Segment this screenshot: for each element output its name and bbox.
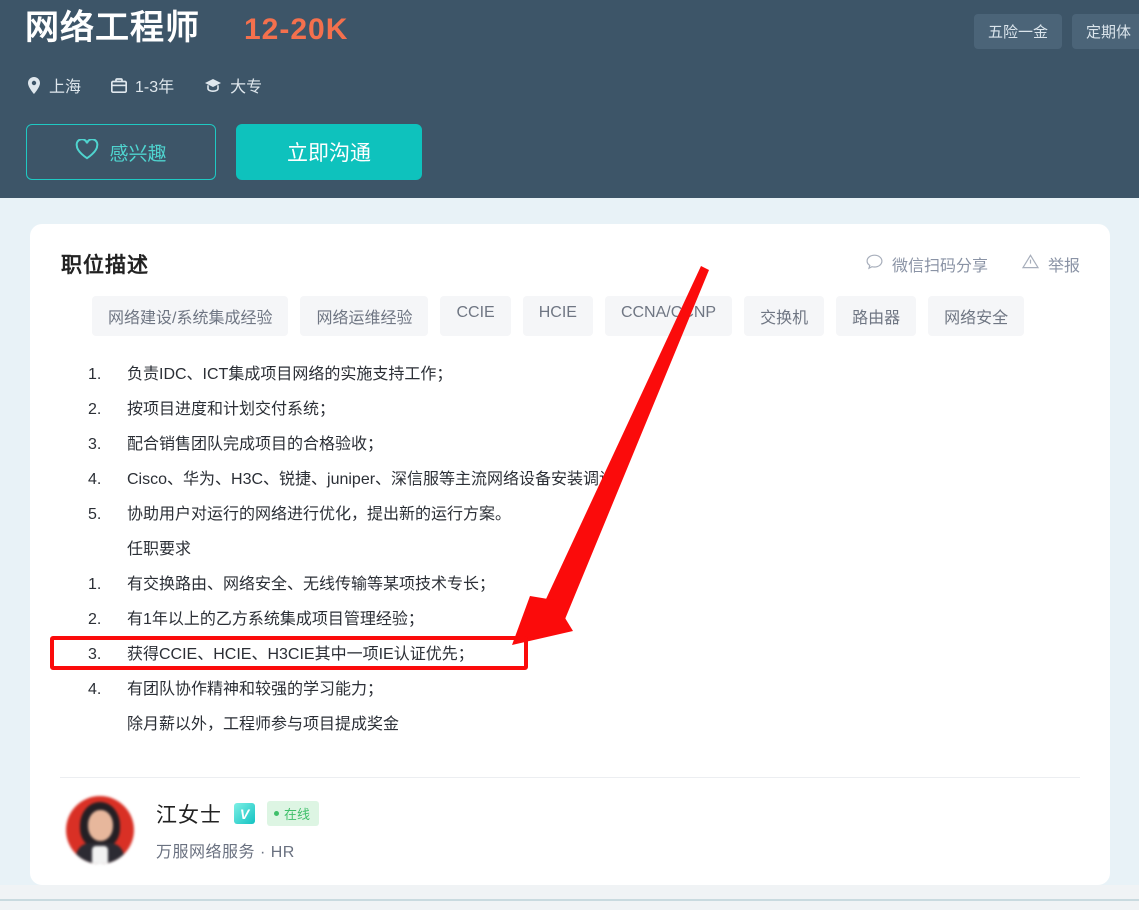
salary-text: 12-20K <box>244 13 349 46</box>
list-text: 有交换路由、网络安全、无线传输等某项技术专长； <box>127 576 496 593</box>
description-line: 2. 按项目进度和计划交付系统； <box>88 392 1086 427</box>
list-number: 2. <box>88 611 102 628</box>
skill-tag: CCNA/CCNP <box>604 296 733 336</box>
list-number: 1. <box>88 576 102 593</box>
bottom-strip <box>0 885 1139 910</box>
wechat-share-label: 微信扫码分享 <box>891 258 988 275</box>
chat-now-button-label: 立即沟通 <box>287 142 371 165</box>
list-text: 任职要求 <box>127 541 192 558</box>
skill-tag: 交换机 <box>744 296 825 336</box>
meta-education-label: 大专 <box>230 79 263 96</box>
wechat-share-action[interactable]: 微信扫码分享 <box>866 252 988 276</box>
avatar[interactable] <box>66 796 134 864</box>
title-row: 网络工程师 12-20K <box>25 2 348 56</box>
skill-tag: 网络运维经验 <box>300 296 429 336</box>
list-text: 有团队协作精神和较强的学习能力； <box>127 681 384 698</box>
interest-button-label: 感兴趣 <box>109 143 167 165</box>
benefit-badge-list: 五险一金 定期体 <box>973 14 1139 49</box>
job-description-text: 1. 负责IDC、ICT集成项目网络的实施支持工作； 2. 按项目进度和计划交付… <box>88 357 1086 742</box>
card-header-actions: 微信扫码分享 举报 <box>866 252 1080 276</box>
requirements-heading: 任职要求 <box>88 532 1086 567</box>
list-text: 有1年以上的乙方系统集成项目管理经验； <box>127 611 424 628</box>
meta-experience-label: 1-3年 <box>135 79 175 96</box>
briefcase-icon <box>111 77 128 93</box>
online-dot-icon <box>274 811 279 816</box>
list-text: 获得CCIE、HCIE、H3CIE其中一项IE认证优先； <box>127 646 474 663</box>
chat-now-button[interactable]: 立即沟通 <box>236 124 422 180</box>
job-header: 网络工程师 12-20K 五险一金 定期体 上海 1-3年 大专 感兴趣 立即沟… <box>0 0 1139 198</box>
list-number: 5. <box>88 506 102 523</box>
report-action[interactable]: 举报 <box>1021 252 1080 276</box>
bottom-rule <box>0 899 1139 901</box>
description-footer-note: 除月薪以外，工程师参与项目提成奖金 <box>88 707 1086 742</box>
verified-badge-icon: V <box>234 803 255 824</box>
skill-tag: 网络安全 <box>928 296 1025 336</box>
interest-button[interactable]: 感兴趣 <box>26 124 216 180</box>
hr-company-role: 万服网络服务 · HR <box>156 843 295 861</box>
skill-tag: 网络建设/系统集成经验 <box>92 296 289 336</box>
description-line-highlighted: 3. 获得CCIE、HCIE、H3CIE其中一项IE认证优先； <box>88 637 1086 672</box>
location-pin-icon <box>27 76 41 94</box>
job-meta-row: 上海 1-3年 大专 <box>27 73 262 97</box>
list-text: 配合销售团队完成项目的合格验收； <box>127 436 384 453</box>
graduation-cap-icon <box>204 78 222 93</box>
status-badge: 在线 <box>267 801 320 826</box>
avatar-face <box>88 810 113 841</box>
list-text: 除月薪以外，工程师参与项目提成奖金 <box>127 716 400 733</box>
description-line: 3. 配合销售团队完成项目的合格验收； <box>88 427 1086 462</box>
description-line: 4. 有团队协作精神和较强的学习能力； <box>88 672 1086 707</box>
hr-name-row: 江女士 V 在线 <box>156 799 320 829</box>
list-number: 1. <box>88 366 102 383</box>
avatar-collar <box>92 846 108 864</box>
skill-tag: HCIE <box>522 296 593 336</box>
status-badge-label: 在线 <box>284 807 311 822</box>
description-line: 1. 有交换路由、网络安全、无线传输等某项技术专长； <box>88 567 1086 602</box>
report-label: 举报 <box>1047 258 1080 275</box>
page-title: 网络工程师 <box>25 9 200 47</box>
warning-triangle-icon <box>1021 254 1040 274</box>
hr-info: 江女士 V 在线 万服网络服务 · HR <box>156 799 320 862</box>
card-header: 职位描述 微信扫码分享 举报 <box>61 249 1080 279</box>
list-number: 2. <box>88 401 102 418</box>
benefit-badge: 五险一金 <box>973 14 1062 49</box>
list-number: 3. <box>88 436 102 453</box>
skill-tag-list: 网络建设/系统集成经验 网络运维经验 CCIE HCIE CCNA/CCNP 交… <box>92 296 1090 336</box>
list-text: 协助用户对运行的网络进行优化，提出新的运行方案。 <box>127 506 512 523</box>
chat-bubble-icon <box>866 254 883 275</box>
section-title: 职位描述 <box>61 254 149 277</box>
description-line: 1. 负责IDC、ICT集成项目网络的实施支持工作； <box>88 357 1086 392</box>
list-number: 3. <box>88 646 102 663</box>
hr-contact-block[interactable]: 江女士 V 在线 万服网络服务 · HR <box>66 796 320 864</box>
benefit-badge: 定期体 <box>1071 14 1139 49</box>
meta-location: 上海 <box>27 73 81 97</box>
list-number: 4. <box>88 471 102 488</box>
description-line: 5. 协助用户对运行的网络进行优化，提出新的运行方案。 <box>88 497 1086 532</box>
list-text: Cisco、华为、H3C、锐捷、juniper、深信服等主流网络设备安装调试； <box>127 471 632 488</box>
heart-icon <box>75 137 99 166</box>
card-divider <box>60 777 1080 778</box>
job-description-card: 职位描述 微信扫码分享 举报 网络建设/系统集成经验 网络运维经验 CCIE H… <box>30 224 1110 885</box>
description-line: 2. 有1年以上的乙方系统集成项目管理经验； <box>88 602 1086 637</box>
description-line: 4. Cisco、华为、H3C、锐捷、juniper、深信服等主流网络设备安装调… <box>88 462 1086 497</box>
hr-name[interactable]: 江女士 <box>156 799 222 829</box>
list-text: 负责IDC、ICT集成项目网络的实施支持工作； <box>127 366 453 383</box>
list-text: 按项目进度和计划交付系统； <box>127 401 336 418</box>
meta-education: 大专 <box>204 73 262 97</box>
skill-tag: CCIE <box>440 296 511 336</box>
skill-tag: 路由器 <box>836 296 917 336</box>
header-action-buttons: 感兴趣 立即沟通 <box>26 124 422 180</box>
meta-location-label: 上海 <box>49 79 82 96</box>
list-number: 4. <box>88 681 102 698</box>
meta-experience: 1-3年 <box>111 73 174 97</box>
